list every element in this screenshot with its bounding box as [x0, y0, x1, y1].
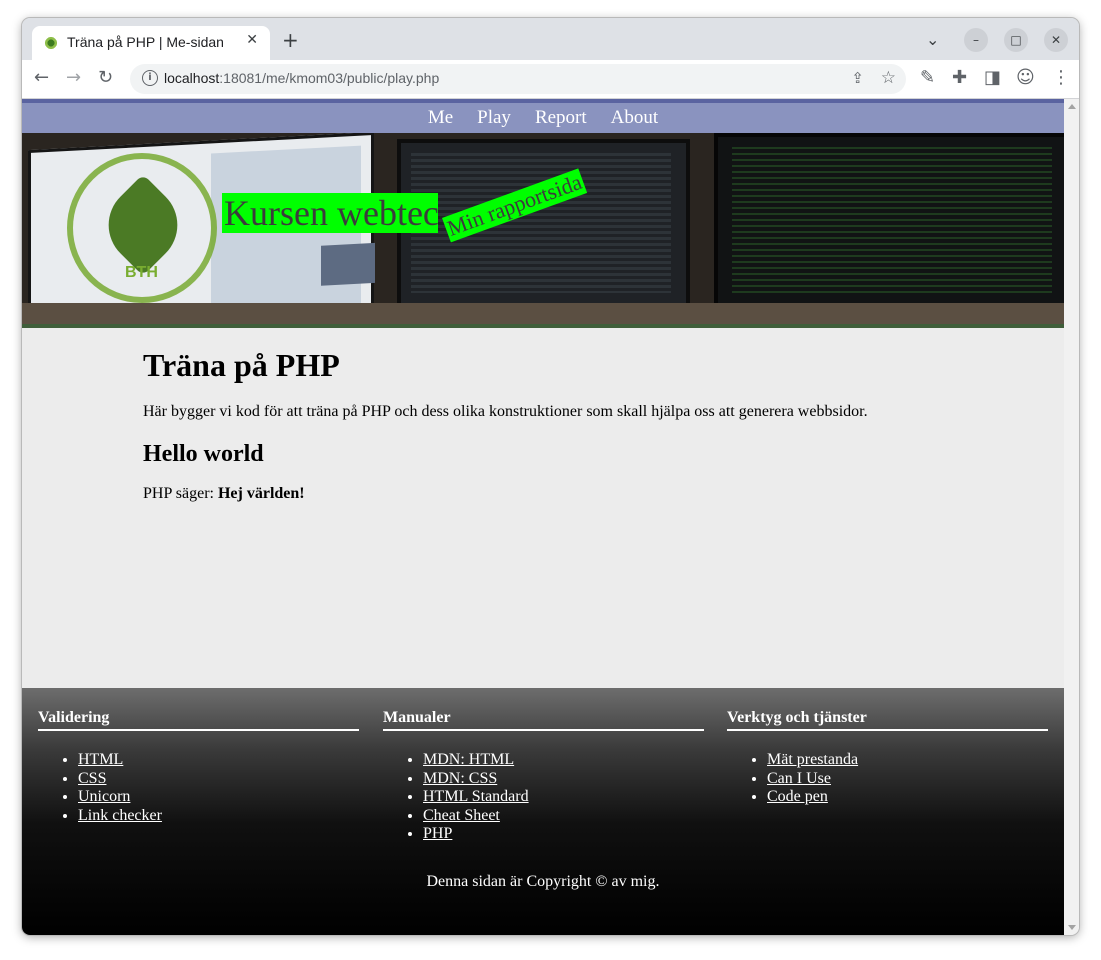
- footer-link-php[interactable]: PHP: [423, 825, 452, 842]
- footer-link-code-pen[interactable]: Code pen: [767, 788, 828, 805]
- footer-link-can-i-use[interactable]: Can I Use: [767, 770, 831, 787]
- list-item: Can I Use: [767, 770, 1048, 789]
- page-viewport: Me Play Report About BTH Kursen webtec M…: [22, 99, 1064, 935]
- footer-link-html-standard[interactable]: HTML Standard: [423, 788, 529, 805]
- site-footer: Validering HTML CSS Unicorn Link checker…: [22, 688, 1064, 935]
- list-item: MDN: CSS: [423, 770, 704, 789]
- list-item: HTML: [78, 751, 359, 770]
- nav-link-report[interactable]: Report: [535, 103, 587, 133]
- footer-link-list: Mät prestanda Can I Use Code pen: [727, 751, 1048, 807]
- footer-link-css[interactable]: CSS: [78, 770, 106, 787]
- maximize-button[interactable]: □: [1004, 28, 1028, 52]
- list-item: MDN: HTML: [423, 751, 704, 770]
- browser-toolbar: ← → ↻ i localhost:18081/me/kmom03/public…: [22, 60, 1079, 99]
- footer-column-verktyg: Verktyg och tjänster Mät prestanda Can I…: [727, 708, 1048, 807]
- list-item: CSS: [78, 770, 359, 789]
- footer-heading: Manualer: [383, 708, 704, 731]
- eyedropper-icon[interactable]: ✎: [920, 68, 935, 88]
- close-window-button[interactable]: ✕: [1044, 28, 1068, 52]
- main-content: Träna på PHP Här bygger vi kod för att t…: [143, 347, 963, 504]
- menu-icon[interactable]: ⋮: [1052, 68, 1070, 88]
- footer-heading: Validering: [38, 708, 359, 731]
- list-item: PHP: [423, 825, 704, 844]
- header-photo-monitor-center: [397, 139, 690, 307]
- info-icon[interactable]: i: [142, 70, 158, 86]
- footer-column-validering: Validering HTML CSS Unicorn Link checker: [38, 708, 359, 825]
- hello-world-heading: Hello world: [143, 441, 264, 467]
- list-item: Code pen: [767, 788, 1048, 807]
- list-item: Link checker: [78, 807, 359, 826]
- new-tab-button[interactable]: +: [282, 30, 299, 50]
- list-item: HTML Standard: [423, 788, 704, 807]
- footer-column-manualer: Manualer MDN: HTML MDN: CSS HTML Standar…: [383, 708, 704, 844]
- site-title: Kursen webtec: [222, 193, 438, 233]
- php-says-line: PHP säger: Hej världen!: [143, 484, 963, 504]
- nav-link-about[interactable]: About: [611, 103, 659, 133]
- page-scrollbar[interactable]: [1064, 99, 1079, 935]
- php-says-label: PHP säger:: [143, 485, 214, 502]
- footer-link-cheat-sheet[interactable]: Cheat Sheet: [423, 807, 500, 824]
- tab-bar: Träna på PHP | Me-sidan ✕ + ⌄ – □ ✕: [22, 18, 1079, 60]
- profile-icon[interactable]: ☺: [1016, 68, 1035, 88]
- minimize-button[interactable]: –: [964, 28, 988, 52]
- page-title: Träna på PHP: [143, 347, 340, 383]
- browser-window: Träna på PHP | Me-sidan ✕ + ⌄ – □ ✕ ← → …: [22, 18, 1079, 935]
- star-icon[interactable]: ☆: [881, 68, 896, 88]
- forward-icon[interactable]: →: [66, 68, 81, 88]
- scroll-down-icon[interactable]: [1068, 925, 1076, 930]
- site-header: BTH Kursen webtec Min rapportsida: [22, 133, 1064, 328]
- list-item: Cheat Sheet: [423, 807, 704, 826]
- close-tab-icon[interactable]: ✕: [246, 32, 258, 48]
- list-item: Unicorn: [78, 788, 359, 807]
- nav-link-play[interactable]: Play: [477, 103, 511, 133]
- footer-link-mdn-html[interactable]: MDN: HTML: [423, 751, 514, 768]
- copyright-text: Denna sidan är Copyright © av mig.: [426, 873, 660, 890]
- footer-link-mdn-css[interactable]: MDN: CSS: [423, 770, 497, 787]
- tab-title: Träna på PHP | Me-sidan: [67, 34, 224, 50]
- nav-link-me[interactable]: Me: [428, 103, 453, 133]
- header-photo-desk: [22, 303, 1064, 324]
- scroll-up-icon[interactable]: [1068, 104, 1076, 109]
- address-bar[interactable]: i localhost:18081/me/kmom03/public/play.…: [130, 64, 906, 94]
- footer-link-mat-prestanda[interactable]: Mät prestanda: [767, 751, 858, 768]
- tab-search-icon[interactable]: ⌄: [926, 30, 939, 49]
- favicon-icon: [44, 36, 58, 50]
- extensions-icon[interactable]: ✚: [952, 68, 967, 88]
- intro-text: Här bygger vi kod för att träna på PHP o…: [143, 403, 868, 420]
- reload-icon[interactable]: ↻: [98, 68, 113, 88]
- footer-link-list: HTML CSS Unicorn Link checker: [38, 751, 359, 825]
- back-icon[interactable]: ←: [34, 68, 49, 88]
- list-item: Mät prestanda: [767, 751, 1048, 770]
- header-photo-monitor-right: [714, 133, 1064, 316]
- footer-link-list: MDN: HTML MDN: CSS HTML Standard Cheat S…: [383, 751, 704, 844]
- php-says-value: Hej världen!: [217, 485, 305, 502]
- url-host: localhost: [164, 70, 220, 86]
- sidepanel-icon[interactable]: ◨: [984, 68, 1001, 88]
- bth-logo-text: BTH: [125, 264, 158, 281]
- leaf-icon: [92, 174, 194, 276]
- footer-link-html[interactable]: HTML: [78, 751, 123, 768]
- active-tab[interactable]: Träna på PHP | Me-sidan ✕: [32, 26, 270, 60]
- footer-link-link-checker[interactable]: Link checker: [78, 807, 162, 824]
- bth-logo: BTH: [67, 153, 217, 303]
- url-text[interactable]: localhost:18081/me/kmom03/public/play.ph…: [164, 70, 439, 86]
- footer-link-unicorn[interactable]: Unicorn: [78, 788, 130, 805]
- footer-heading: Verktyg och tjänster: [727, 708, 1048, 731]
- share-icon[interactable]: ⇪: [851, 69, 864, 87]
- site-navbar: Me Play Report About: [22, 99, 1064, 133]
- url-path: :18081/me/kmom03/public/play.php: [219, 70, 440, 86]
